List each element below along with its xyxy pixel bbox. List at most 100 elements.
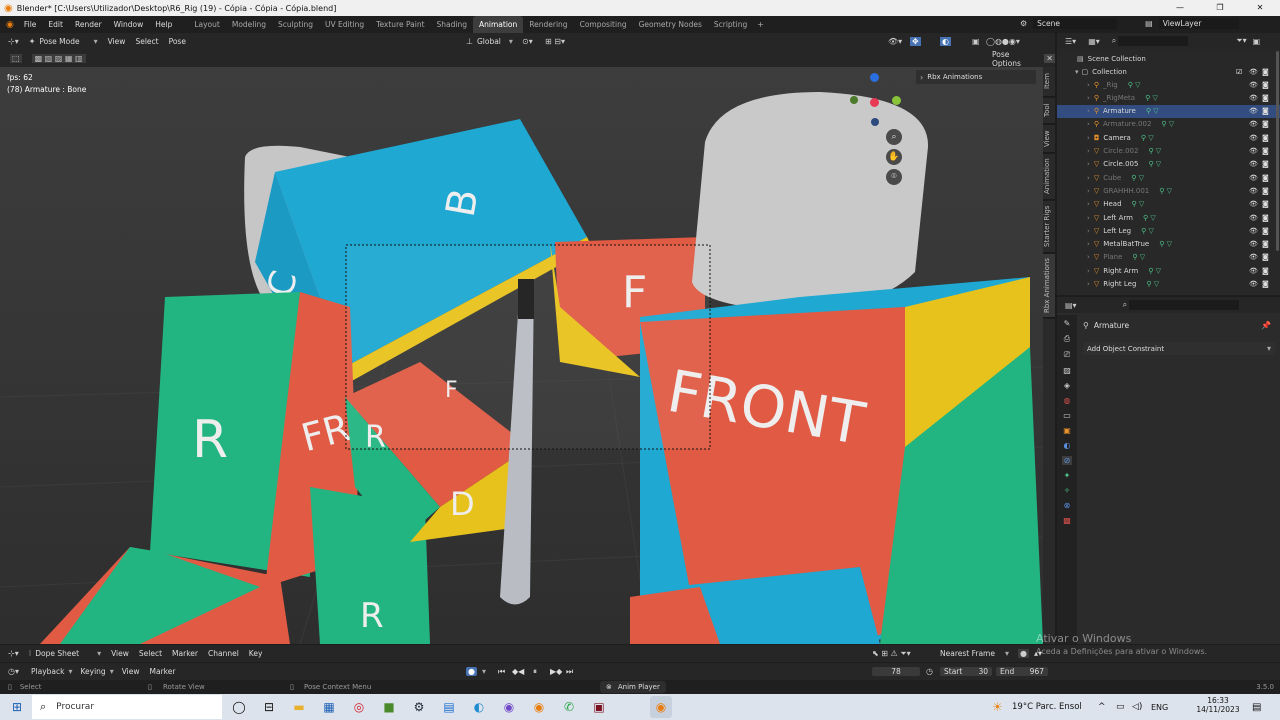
select-mode-icons[interactable]: ▩ ▧ ▨ ▦ ▥ [31,54,86,63]
viewlayer-field[interactable]: ViewLayer [1158,18,1239,29]
tab-layout[interactable]: Layout [188,16,226,33]
axis-neg-z-icon[interactable] [871,118,879,126]
gizmo-toggle-icon[interactable]: ✥ [910,37,921,46]
outliner-item[interactable]: › ⚲ _Rig ⚲ ▽ 👁 ◙ [1057,78,1280,91]
scene-field[interactable]: Scene [1033,18,1118,29]
menu-window[interactable]: Window [108,16,150,33]
display-mode-icon[interactable]: ▦▾ [1088,37,1100,46]
eye-icon[interactable]: 👁 [1249,160,1258,168]
task-view-icon[interactable]: ◯ [228,696,250,718]
editor-app-icon[interactable]: ▣ [588,696,610,718]
minimize-icon[interactable]: — [1160,0,1200,16]
outliner-item[interactable]: › ▽ Left Leg ⚲ ▽ 👁 ◙ [1057,224,1280,237]
weather-icon[interactable]: ☀ [992,700,1003,714]
bone-constraint-tab-icon[interactable]: ⊗ [1064,501,1071,510]
mode-select[interactable]: ✦ Pose Mode ▾ [29,37,98,46]
eye-icon[interactable]: 👁 [1249,134,1258,142]
eye-icon[interactable]: 👁 [1249,187,1258,195]
render-tab-icon[interactable]: ⎙ [1064,334,1070,344]
taskbar-search-box[interactable]: ⌕ Procurar [32,695,222,719]
menu-file[interactable]: File [18,16,43,33]
chevron-right-icon[interactable]: › [1087,160,1090,168]
outliner-item[interactable]: › ▽ Head ⚲ ▽ 👁 ◙ [1057,198,1280,211]
minecraft-icon[interactable]: ■ [378,696,400,718]
viewlayer-icon[interactable]: ▤ [1145,19,1153,28]
output-tab-icon[interactable]: ⎚ [1064,350,1070,360]
outliner-item[interactable]: › ▽ Circle.002 ⚲ ▽ 👁 ◙ [1057,145,1280,158]
pause-icon[interactable]: ⏸ [533,667,537,677]
auto-key-options-icon[interactable]: ▾ [482,667,486,676]
camera-render-icon[interactable]: ◙ [1262,147,1269,155]
camera-render-icon[interactable]: ◙ [1262,227,1269,235]
chevron-right-icon[interactable]: › [1087,240,1090,248]
file-explorer-icon[interactable]: ▬ [288,696,310,718]
timeline-menu-playback[interactable]: Playback [31,667,64,676]
pan-hand-icon[interactable]: ✋ [886,149,902,165]
whatsapp-icon[interactable]: ✆ [558,696,580,718]
properties-search-input[interactable] [1129,300,1240,310]
chevron-right-icon[interactable]: › [1087,227,1090,235]
tab-texture-paint[interactable]: Texture Paint [370,16,430,33]
collection-tab-icon[interactable]: ▭ [1063,411,1071,420]
outliner-scrollbar[interactable] [1276,51,1279,251]
tab-uv-editing[interactable]: UV Editing [319,16,370,33]
camera-render-icon[interactable]: ◙ [1262,187,1269,195]
eye-icon[interactable]: 👁 [1249,68,1258,76]
timeline-menu-marker[interactable]: Marker [150,667,176,676]
outliner-item[interactable]: › ⚲ Armature.002 ⚲ ▽ 👁 ◙ [1057,118,1280,131]
select-tool-icon[interactable]: ⬚ [10,54,22,63]
editor-type-icon[interactable]: ⊹▾ [8,37,19,46]
menu-pose[interactable]: Pose [169,37,186,46]
tray-chevron-icon[interactable]: ^ [1098,702,1106,712]
dopesheet-menu-channel[interactable]: Channel [208,649,239,658]
dopesheet-editor-icon[interactable]: ⊹▾ [8,649,19,658]
eye-icon[interactable]: 👁 [1249,253,1258,261]
chevron-right-icon[interactable]: › [1087,214,1090,222]
camera-render-icon[interactable]: ◙ [1262,134,1269,142]
outliner-item[interactable]: › ▽ MetalBatTrue ⚲ ▽ 👁 ◙ [1057,238,1280,251]
outliner-item[interactable]: › ⚲ Armature ⚲ ▽ 👁 ◙ [1057,104,1280,118]
dopesheet-tool-icons[interactable]: ⬉ ⊞ ⚠ ⏷▾ [872,649,911,659]
rbx-animations-panel[interactable]: › Rbx Animations [916,70,1036,84]
chevron-right-icon[interactable]: › [1087,134,1090,142]
axis-x-icon[interactable] [870,98,879,107]
tab-compositing[interactable]: Compositing [574,16,633,33]
chevron-right-icon[interactable]: › [1087,267,1090,275]
eye-icon[interactable]: 👁 [1249,214,1258,222]
dopesheet-menu-view[interactable]: View [111,649,129,658]
language-indicator[interactable]: ENG [1151,703,1168,712]
edge-icon[interactable]: ◐ [468,696,490,718]
snap-icon[interactable]: ⊞ ⊟▾ [545,37,565,46]
tab-animation[interactable]: Animation [473,16,524,33]
store-icon[interactable]: ▦ [318,696,340,718]
prev-keyframe-icon[interactable]: ◆◀ [512,667,524,676]
camera-render-icon[interactable]: ◙ [1262,174,1269,182]
eye-icon[interactable]: 👁 [1249,267,1258,275]
dopesheet-menu-marker[interactable]: Marker [172,649,198,658]
search-icon[interactable]: ⌕ [1123,300,1127,310]
axis-y-icon[interactable] [892,96,901,105]
eye-icon[interactable]: 👁 [1249,174,1258,182]
anim-player-button[interactable]: ⊗ Anim Player [600,681,666,693]
outliner-item[interactable]: › ▽ Plane ⚲ ▽ 👁 ◙ [1057,251,1280,264]
outliner-item[interactable]: › ⚲ _RigMeta ⚲ ▽ 👁 ◙ [1057,91,1280,104]
scene-tab-icon[interactable]: ◈ [1064,381,1070,390]
outliner-item[interactable]: › ▽ GRAHHH.001 ⚲ ▽ 👁 ◙ [1057,184,1280,197]
timeline-editor-icon[interactable]: ◷▾ [8,667,19,676]
tab-sculpting[interactable]: Sculpting [272,16,319,33]
camera-render-icon[interactable]: ◙ [1262,214,1269,222]
chevron-right-icon[interactable]: › [1087,200,1090,208]
dopesheet-menu-key[interactable]: Key [249,649,263,658]
overlay-toggle-icon[interactable]: ◐ [940,37,951,46]
shading-modes-icon[interactable]: ◯◍●◉▾ [986,37,1020,46]
chevron-right-icon[interactable]: › [1087,174,1090,182]
menu-help[interactable]: Help [149,16,178,33]
timeline-menu-view[interactable]: View [122,667,140,676]
scene-icon[interactable]: ⚙ [1020,19,1027,28]
chevron-right-icon[interactable]: › [1087,81,1090,89]
eye-icon[interactable]: 👁 [1249,227,1258,235]
outliner-item[interactable]: › ▽ Right Leg ⚲ ▽ 👁 ◙ [1057,278,1280,291]
outliner-item[interactable]: › ▽ Circle.005 ⚲ ▽ 👁 ◙ [1057,158,1280,171]
menu-view[interactable]: View [108,37,126,46]
collection-row[interactable]: ▾ ▢ Collection ☑ 👁 ◙ [1057,65,1280,78]
